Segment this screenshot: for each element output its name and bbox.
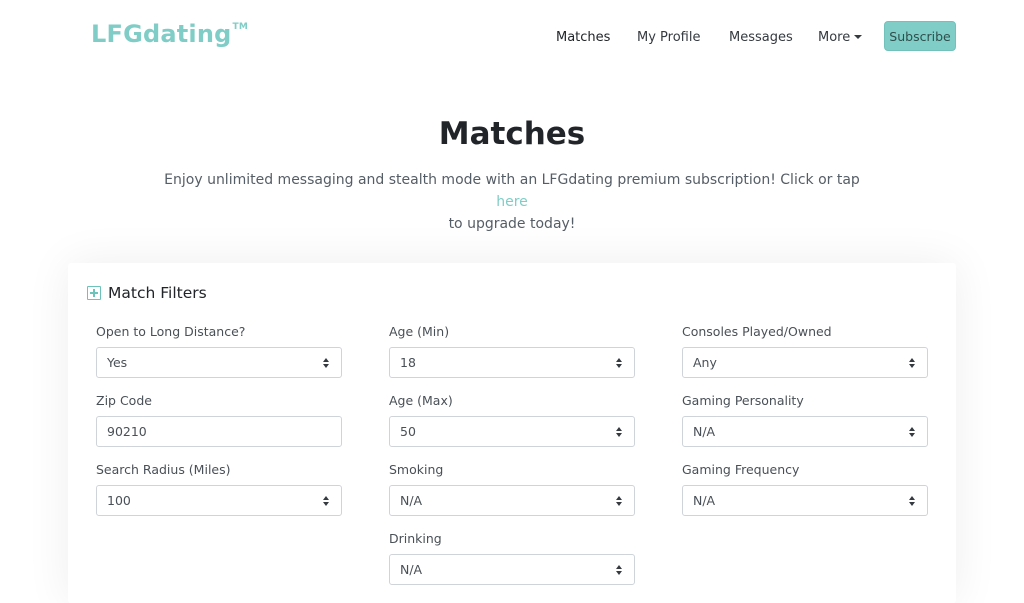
consoles-value: Any [693,355,717,370]
gaming-frequency-select[interactable]: N/A [682,485,928,516]
gaming-personality-select[interactable]: N/A [682,416,928,447]
match-filters-card: Match Filters Open to Long Distance? Yes… [68,263,956,603]
search-radius-value: 100 [107,493,131,508]
smoking-field: Smoking N/A [389,462,635,516]
upgrade-message-text-2: to upgrade today! [448,216,576,232]
subscribe-button[interactable]: Subscribe [884,21,956,51]
drinking-value: N/A [400,562,423,577]
smoking-value: N/A [400,493,423,508]
age-max-select[interactable]: 50 [389,416,635,447]
select-arrows-icon [909,358,916,368]
long-distance-label: Open to Long Distance? [96,324,246,339]
select-arrows-icon [616,496,623,506]
gaming-frequency-value: N/A [693,493,716,508]
nav-matches-link[interactable]: Matches [556,30,610,45]
consoles-field: Consoles Played/Owned Any [682,324,928,378]
age-min-select[interactable]: 18 [389,347,635,378]
select-arrows-icon [909,496,916,506]
age-max-field: Age (Max) 50 [389,393,635,447]
long-distance-field: Open to Long Distance? Yes [96,324,342,378]
select-arrows-icon [323,496,330,506]
page-title: Matches [438,116,586,152]
caret-down-icon [854,35,863,39]
search-radius-field: Search Radius (Miles) 100 [96,462,342,516]
zip-code-input[interactable] [96,416,342,447]
age-min-label: Age (Min) [389,324,450,339]
nav-more-dropdown[interactable]: More [818,30,863,45]
brand-trademark: TM [232,22,249,32]
long-distance-value: Yes [107,355,128,370]
age-max-label: Age (Max) [389,393,453,408]
select-arrows-icon [323,358,330,368]
upgrade-link[interactable]: here [496,194,528,210]
gaming-personality-field: Gaming Personality N/A [682,393,928,447]
brand-name: LFGdating [91,20,232,48]
long-distance-select[interactable]: Yes [96,347,342,378]
drinking-label: Drinking [389,531,442,546]
gaming-personality-value: N/A [693,424,716,439]
search-radius-label: Search Radius (Miles) [96,462,231,477]
smoking-label: Smoking [389,462,444,477]
gaming-personality-label: Gaming Personality [682,393,804,408]
zip-code-field: Zip Code [96,393,342,447]
age-max-value: 50 [400,424,416,439]
smoking-select[interactable]: N/A [389,485,635,516]
match-filters-toggle[interactable]: Match Filters [87,283,207,303]
zip-code-label: Zip Code [96,393,152,408]
consoles-label: Consoles Played/Owned [682,324,832,339]
brand-logo[interactable]: LFGdatingTM [91,20,248,48]
drinking-field: Drinking N/A [389,531,635,585]
navbar: LFGdatingTM Matches My Profile Messages … [0,0,1024,72]
plus-square-icon [87,286,101,300]
select-arrows-icon [616,565,623,575]
select-arrows-icon [616,427,623,437]
nav-my-profile-link[interactable]: My Profile [637,30,700,45]
upgrade-message: Enjoy unlimited messaging and stealth mo… [162,169,862,235]
nav-messages-link[interactable]: Messages [729,30,793,45]
select-arrows-icon [909,427,916,437]
consoles-select[interactable]: Any [682,347,928,378]
drinking-select[interactable]: N/A [389,554,635,585]
age-min-field: Age (Min) 18 [389,324,635,378]
gaming-frequency-label: Gaming Frequency [682,462,800,477]
search-radius-select[interactable]: 100 [96,485,342,516]
gaming-frequency-field: Gaming Frequency N/A [682,462,928,516]
nav-more-label: More [818,30,851,45]
upgrade-message-text: Enjoy unlimited messaging and stealth mo… [164,172,860,188]
age-min-value: 18 [400,355,416,370]
select-arrows-icon [616,358,623,368]
match-filters-title: Match Filters [108,284,207,302]
